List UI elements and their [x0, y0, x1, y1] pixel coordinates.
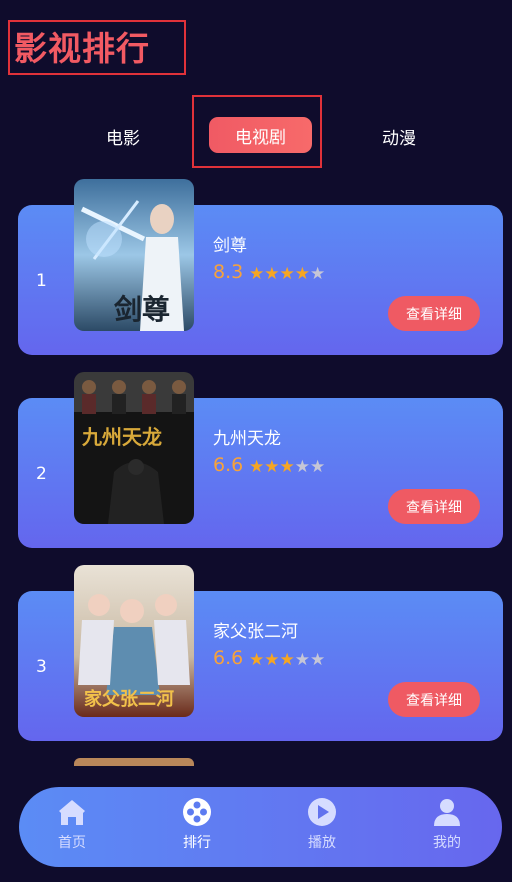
ranking-card[interactable]: 3 家父张二河 家父张二河 6.6 ★★★★★ 查看详细 [18, 565, 503, 741]
star-icon: ★ [249, 650, 265, 670]
star-icon: ★ [249, 264, 265, 284]
view-detail-button[interactable]: 查看详细 [388, 296, 480, 331]
star-icon: ★ [279, 457, 295, 477]
star-icon: ★ [249, 457, 265, 477]
rank-number: 3 [36, 657, 47, 677]
view-detail-button[interactable]: 查看详细 [388, 682, 480, 717]
user-icon [434, 799, 460, 826]
tab-anime[interactable]: 动漫 [381, 124, 417, 149]
title-name: 家父张二河 [213, 622, 298, 642]
tab-tv[interactable]: 电视剧 [209, 117, 312, 153]
play-icon [308, 798, 336, 826]
tab-movie[interactable]: 电影 [105, 124, 141, 149]
star-icon: ★ [294, 264, 310, 284]
film-reel-icon [183, 798, 211, 826]
poster-image[interactable]: 剑尊 [74, 179, 194, 331]
star-icon: ★ [279, 650, 295, 670]
nav-item-ranking[interactable]: 排行 [167, 797, 227, 852]
rating-score: 6.6 [213, 647, 244, 669]
title-name: 九州天龙 [213, 429, 281, 449]
poster-title-text: 家父张二河 [84, 688, 174, 710]
nav-label: 播放 [308, 835, 336, 851]
page-title: 影视排行 [14, 29, 150, 68]
ranking-card[interactable]: 2 九州天龙 九州天龙 6.6 ★★★★★ 查看详细 [18, 372, 503, 548]
poster-title-text: 九州天龙 [81, 425, 162, 449]
star-empty-icon: ★ [310, 264, 326, 284]
poster-image[interactable]: 家父张二河 [74, 565, 194, 717]
star-icon: ★ [264, 650, 280, 670]
view-detail-button[interactable]: 查看详细 [388, 489, 480, 524]
star-empty-icon: ★ [294, 650, 310, 670]
poster-title-text: 剑尊 [114, 293, 170, 326]
nav-item-profile[interactable]: 我的 [417, 797, 477, 852]
nav-item-play[interactable]: 播放 [292, 797, 352, 852]
star-icon: ★ [264, 457, 280, 477]
partial-poster-image [74, 758, 194, 766]
bottom-nav: 首页 排行 播放 我的 [19, 787, 502, 867]
ranking-card[interactable]: 1 剑尊 剑尊 8.3 ★★★★★ 查看详细 [18, 179, 503, 355]
nav-item-home[interactable]: 首页 [42, 797, 102, 852]
rank-number: 1 [36, 271, 47, 291]
rating-stars: ★★★★★ [249, 457, 325, 477]
poster-image[interactable]: 九州天龙 [74, 372, 194, 524]
star-icon: ★ [279, 264, 295, 284]
star-empty-icon: ★ [310, 650, 326, 670]
tab-tv-label: 电视剧 [235, 127, 286, 148]
rating-stars: ★★★★★ [249, 264, 325, 284]
star-empty-icon: ★ [294, 457, 310, 477]
rank-number: 2 [36, 464, 47, 484]
rating-score: 6.6 [213, 454, 244, 476]
rating-score: 8.3 [213, 261, 244, 283]
home-icon [59, 800, 85, 825]
star-empty-icon: ★ [310, 457, 326, 477]
nav-label: 排行 [183, 835, 211, 851]
nav-label: 我的 [433, 835, 461, 851]
star-icon: ★ [264, 264, 280, 284]
nav-label: 首页 [58, 835, 86, 851]
rating-stars: ★★★★★ [249, 650, 325, 670]
title-name: 剑尊 [213, 236, 247, 256]
